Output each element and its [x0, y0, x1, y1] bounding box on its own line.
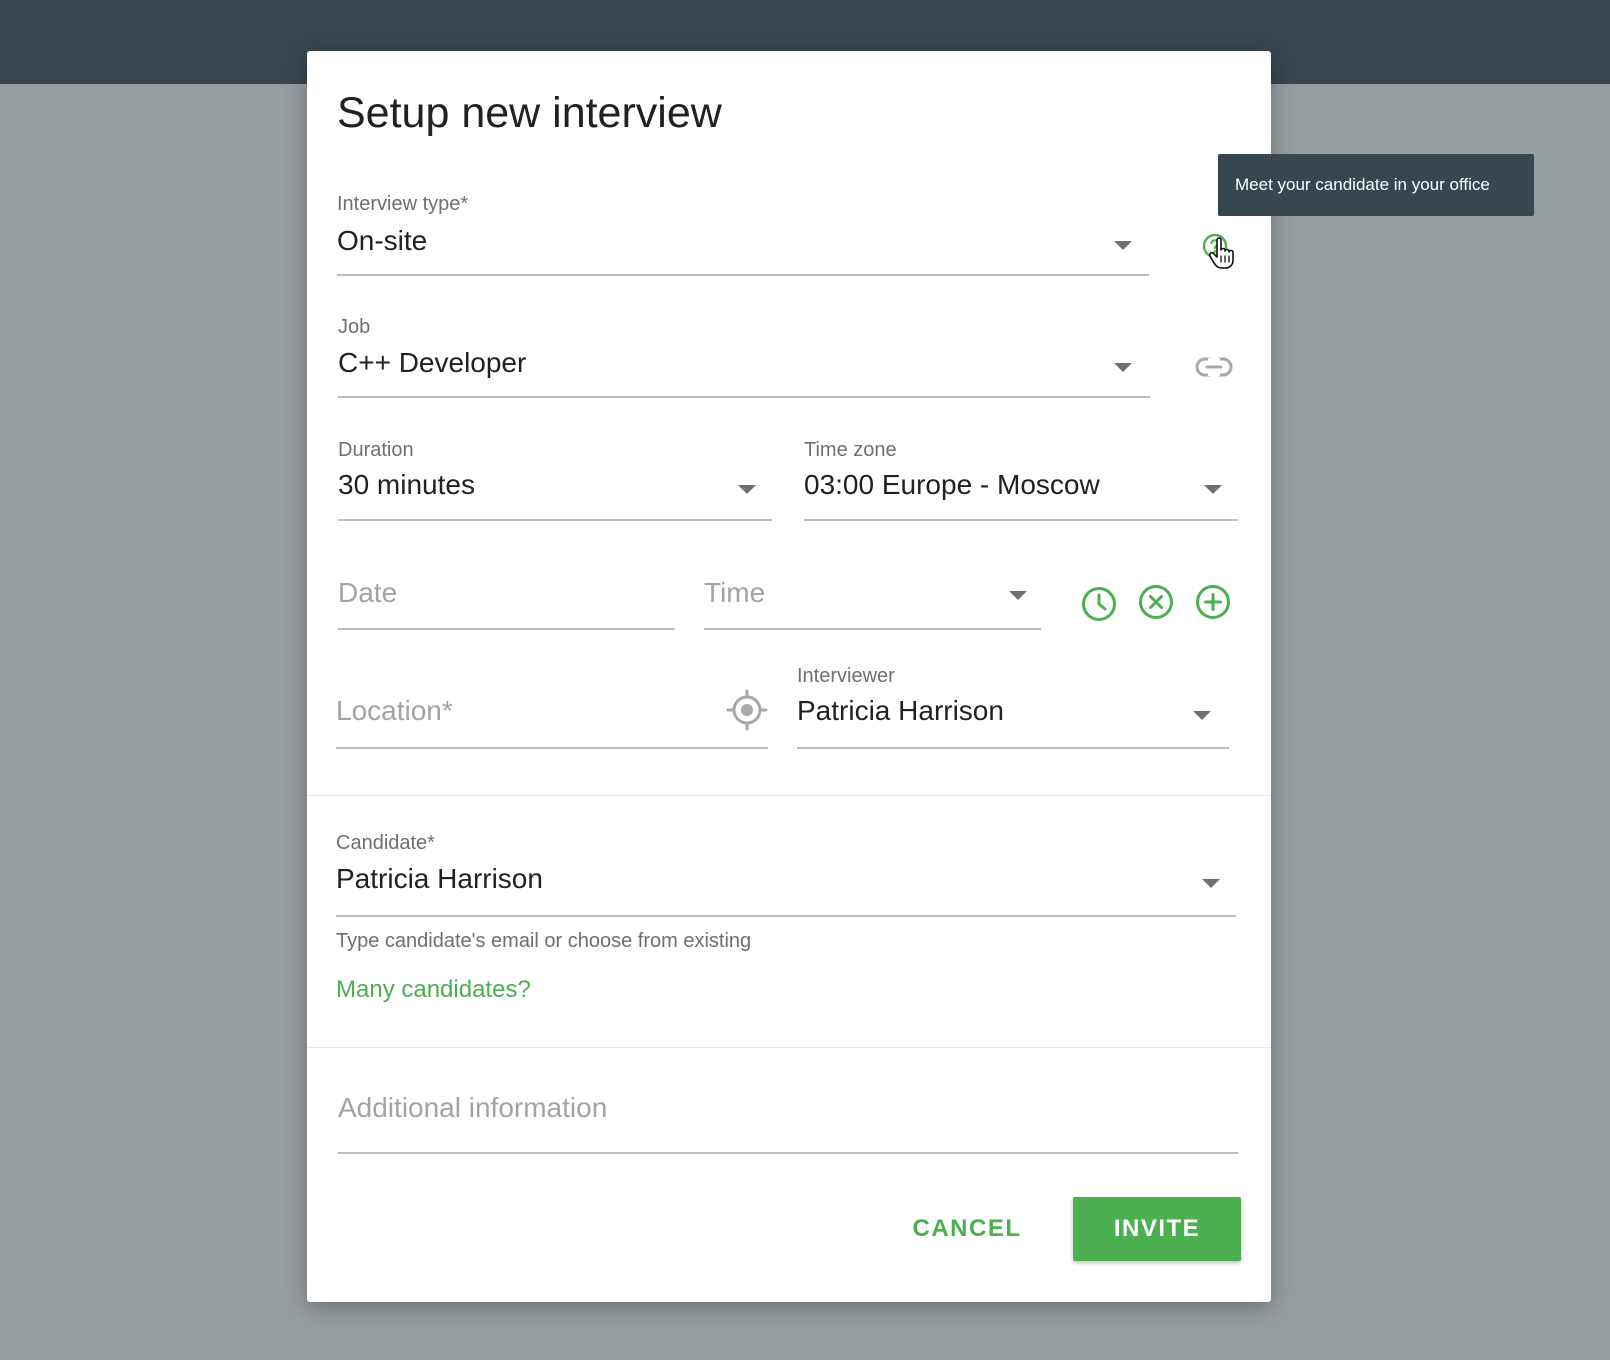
time-zone-select[interactable]: 03:00 Europe - Moscow: [804, 469, 1238, 521]
date-input[interactable]: Date: [338, 577, 675, 629]
job-select[interactable]: C++ Developer: [338, 347, 1150, 399]
duration-label: Duration: [338, 439, 414, 461]
time-zone-value: 03:00 Europe - Moscow: [804, 469, 1100, 500]
job-label: Job: [338, 316, 371, 338]
job-value: C++ Developer: [338, 347, 527, 378]
additional-info-underline: [338, 1152, 1238, 1154]
dropdown-arrow-icon: [1204, 485, 1222, 494]
location-placeholder: Location*: [336, 695, 453, 726]
crosshair-icon[interactable]: [726, 689, 768, 731]
time-zone-label: Time zone: [804, 439, 897, 461]
dialog-title: Setup new interview: [337, 89, 722, 137]
help-tooltip: Meet your candidate in your office: [1218, 154, 1534, 216]
time-select[interactable]: Time: [704, 577, 1041, 629]
dropdown-arrow-icon: [1114, 241, 1132, 250]
interview-type-underline: [337, 274, 1149, 276]
dropdown-arrow-icon: [1114, 363, 1132, 372]
help-tooltip-text: Meet your candidate in your office: [1235, 175, 1490, 194]
duration-underline: [338, 519, 772, 521]
additional-info-placeholder: Additional information: [338, 1092, 608, 1123]
interview-type-label: Interview type*: [337, 193, 469, 215]
additional-info-input[interactable]: Additional information: [338, 1092, 1238, 1144]
section-divider: [307, 795, 1271, 796]
interviewer-select[interactable]: Patricia Harrison: [797, 695, 1229, 747]
location-underline: [336, 747, 768, 749]
dropdown-arrow-icon: [1193, 711, 1211, 720]
hand-cursor-icon: [1208, 237, 1234, 269]
date-underline: [338, 628, 675, 630]
candidate-select[interactable]: Patricia Harrison: [336, 863, 1236, 915]
close-circle-icon[interactable]: [1137, 583, 1175, 621]
setup-interview-dialog: Setup new interview Interview type* On-s…: [307, 51, 1271, 1302]
section-divider: [307, 1047, 1271, 1048]
clock-icon[interactable]: [1080, 585, 1118, 623]
add-circle-icon[interactable]: [1194, 583, 1232, 621]
duration-select[interactable]: 30 minutes: [338, 469, 772, 521]
link-icon[interactable]: [1194, 352, 1234, 382]
time-placeholder: Time: [704, 577, 766, 608]
interviewer-underline: [797, 747, 1229, 749]
candidate-hint: Type candidate's email or choose from ex…: [336, 930, 752, 952]
location-input[interactable]: Location*: [336, 695, 768, 747]
dropdown-arrow-icon: [1009, 591, 1027, 600]
candidate-underline: [336, 915, 1236, 917]
cancel-button[interactable]: CANCEL: [897, 1197, 1037, 1261]
interviewer-value: Patricia Harrison: [797, 695, 1004, 726]
candidate-value: Patricia Harrison: [336, 863, 543, 894]
invite-button[interactable]: INVITE: [1073, 1197, 1241, 1261]
dropdown-arrow-icon: [738, 485, 756, 494]
time-zone-underline: [804, 519, 1238, 521]
interview-type-select[interactable]: On-site: [337, 225, 1149, 277]
candidate-label: Candidate*: [336, 832, 435, 854]
dropdown-arrow-icon: [1202, 879, 1220, 888]
many-candidates-link[interactable]: Many candidates?: [336, 976, 531, 1004]
time-underline: [704, 628, 1041, 630]
job-underline: [338, 396, 1150, 398]
date-placeholder: Date: [338, 577, 398, 608]
interviewer-label: Interviewer: [797, 665, 895, 687]
interview-type-value: On-site: [337, 225, 428, 256]
duration-value: 30 minutes: [338, 469, 475, 500]
